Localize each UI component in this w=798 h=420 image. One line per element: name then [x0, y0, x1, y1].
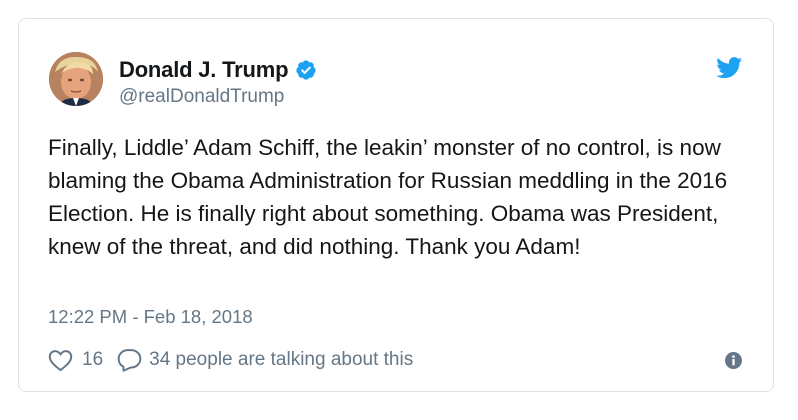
verified-badge-icon: [295, 59, 317, 81]
twitter-bird-icon[interactable]: [716, 57, 743, 79]
heart-icon[interactable]: [48, 349, 73, 372]
info-icon[interactable]: [725, 352, 742, 369]
tweet-card[interactable]: Donald J. Trump @realDonaldTrump Finally…: [18, 18, 774, 392]
user-handle[interactable]: @realDonaldTrump: [119, 86, 284, 108]
avatar-image: [49, 52, 103, 106]
speech-bubble-icon[interactable]: [117, 348, 142, 372]
tweet-actions: 16 34 people are talking about this: [48, 346, 413, 374]
tweet-text: Finally, Liddle’ Adam Schiff, the leakin…: [48, 135, 734, 259]
display-name[interactable]: Donald J. Trump: [119, 57, 289, 83]
tweet-timestamp[interactable]: 12:22 PM - Feb 18, 2018: [48, 306, 253, 328]
avatar[interactable]: [49, 52, 103, 106]
like-count[interactable]: 16: [82, 349, 103, 371]
author-name-row: Donald J. Trump: [119, 56, 317, 84]
talking-about-link[interactable]: 34 people are talking about this: [149, 349, 413, 371]
